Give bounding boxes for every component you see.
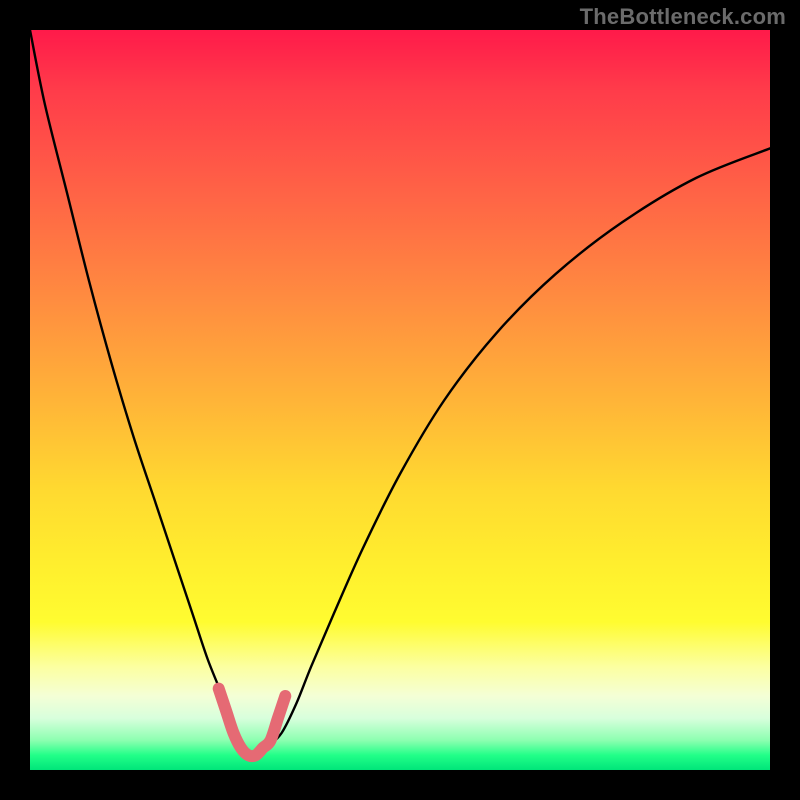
chart-frame: TheBottleneck.com xyxy=(0,0,800,800)
bottleneck-curve xyxy=(30,30,770,756)
plot-area xyxy=(30,30,770,770)
highlight-segment xyxy=(219,689,286,757)
watermark-text: TheBottleneck.com xyxy=(580,4,786,30)
curve-layer xyxy=(30,30,770,770)
